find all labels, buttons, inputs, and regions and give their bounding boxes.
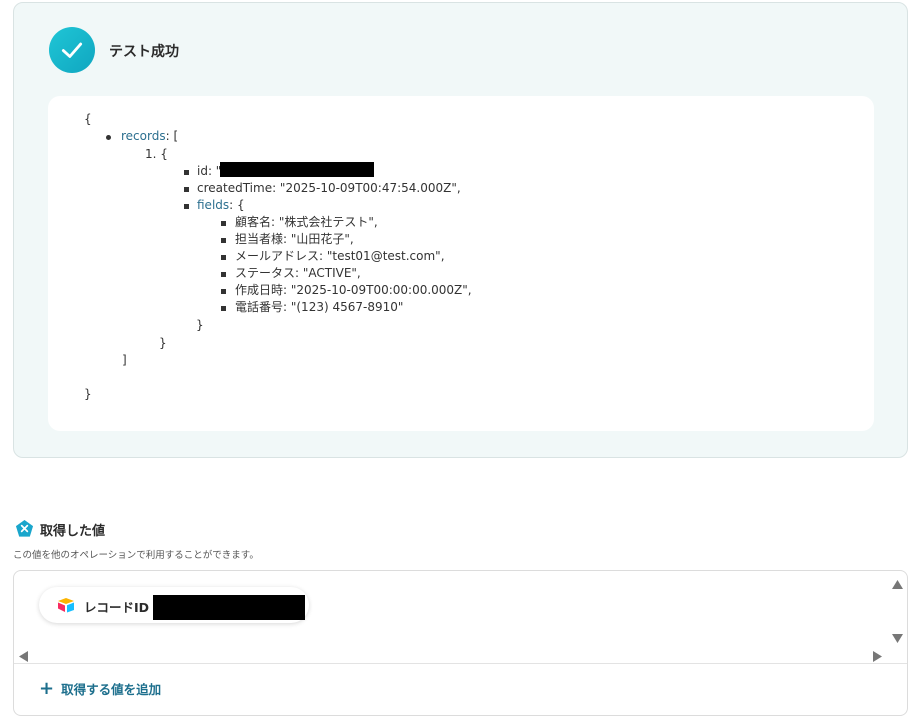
acquired-values-panel: レコードID + 取得する値を追加 bbox=[13, 570, 908, 716]
airtable-logo-icon bbox=[57, 597, 75, 613]
record-id-chip[interactable]: レコードID bbox=[39, 587, 309, 623]
scroll-down-arrow-icon[interactable] bbox=[891, 629, 904, 648]
json-output: { records: [ 1. { id: " createdTime: "20… bbox=[48, 96, 874, 431]
bullet bbox=[221, 306, 226, 311]
json-field-email: メールアドレス: "test01@test.com", bbox=[235, 249, 445, 263]
json-fields-rest: : { bbox=[229, 198, 245, 212]
json-fields-line: fields: { bbox=[197, 197, 245, 214]
json-close-root: } bbox=[84, 387, 92, 401]
bullet bbox=[184, 187, 189, 192]
json-created-line: createdTime: "2025-10-09T00:47:54.000Z", bbox=[197, 181, 461, 195]
json-close-item: } bbox=[159, 336, 167, 350]
bullet bbox=[221, 221, 226, 226]
json-field-phone: 電話番号: "(123) 4567-8910" bbox=[235, 300, 404, 314]
test-success-title: テスト成功 bbox=[109, 44, 179, 60]
variable-pentagon-icon bbox=[15, 519, 34, 538]
json-key-fields[interactable]: fields bbox=[197, 198, 229, 212]
json-field-customer: 顧客名: "株式会社テスト", bbox=[235, 215, 378, 229]
bullet bbox=[184, 170, 189, 175]
scroll-right-arrow-icon[interactable] bbox=[872, 648, 883, 667]
panel-divider bbox=[14, 663, 907, 664]
json-field-created: 作成日時: "2025-10-09T00:00:00.000Z", bbox=[235, 283, 472, 297]
bullet bbox=[221, 238, 226, 243]
json-close-fields: } bbox=[196, 318, 204, 332]
bullet bbox=[221, 272, 226, 277]
json-records-rest: : [ bbox=[165, 129, 179, 143]
bullet bbox=[106, 135, 111, 140]
acquired-values-description: この値を他のオペレーションで利用することができます。 bbox=[13, 550, 259, 561]
bullet bbox=[221, 289, 226, 294]
json-field-owner: 担当者様: "山田花子", bbox=[235, 232, 354, 246]
add-acquired-value-label: 取得する値を追加 bbox=[61, 682, 162, 697]
scroll-up-arrow-icon[interactable] bbox=[891, 575, 904, 594]
redacted-record-id bbox=[153, 595, 305, 620]
bullet bbox=[184, 204, 189, 209]
scroll-left-arrow-icon[interactable] bbox=[18, 648, 29, 667]
json-close-records: ] bbox=[122, 353, 127, 367]
json-id-line: id: " bbox=[197, 164, 222, 178]
redacted-id bbox=[220, 162, 374, 177]
json-records-line: records: [ bbox=[121, 128, 178, 145]
test-result-panel: テスト成功 { records: [ 1. { id: " createdTim… bbox=[13, 2, 908, 458]
bullet bbox=[221, 255, 226, 260]
check-circle-icon bbox=[49, 27, 95, 73]
json-key-records[interactable]: records bbox=[121, 129, 166, 143]
record-id-label: レコードID bbox=[84, 600, 150, 615]
acquired-values-title: 取得した値 bbox=[40, 524, 106, 539]
json-item-index: 1. { bbox=[145, 147, 168, 161]
json-open-brace: { bbox=[84, 112, 92, 126]
add-acquired-value-button[interactable]: + 取得する値を追加 bbox=[39, 679, 161, 698]
plus-icon: + bbox=[39, 677, 55, 699]
json-field-status: ステータス: "ACTIVE", bbox=[235, 266, 361, 280]
